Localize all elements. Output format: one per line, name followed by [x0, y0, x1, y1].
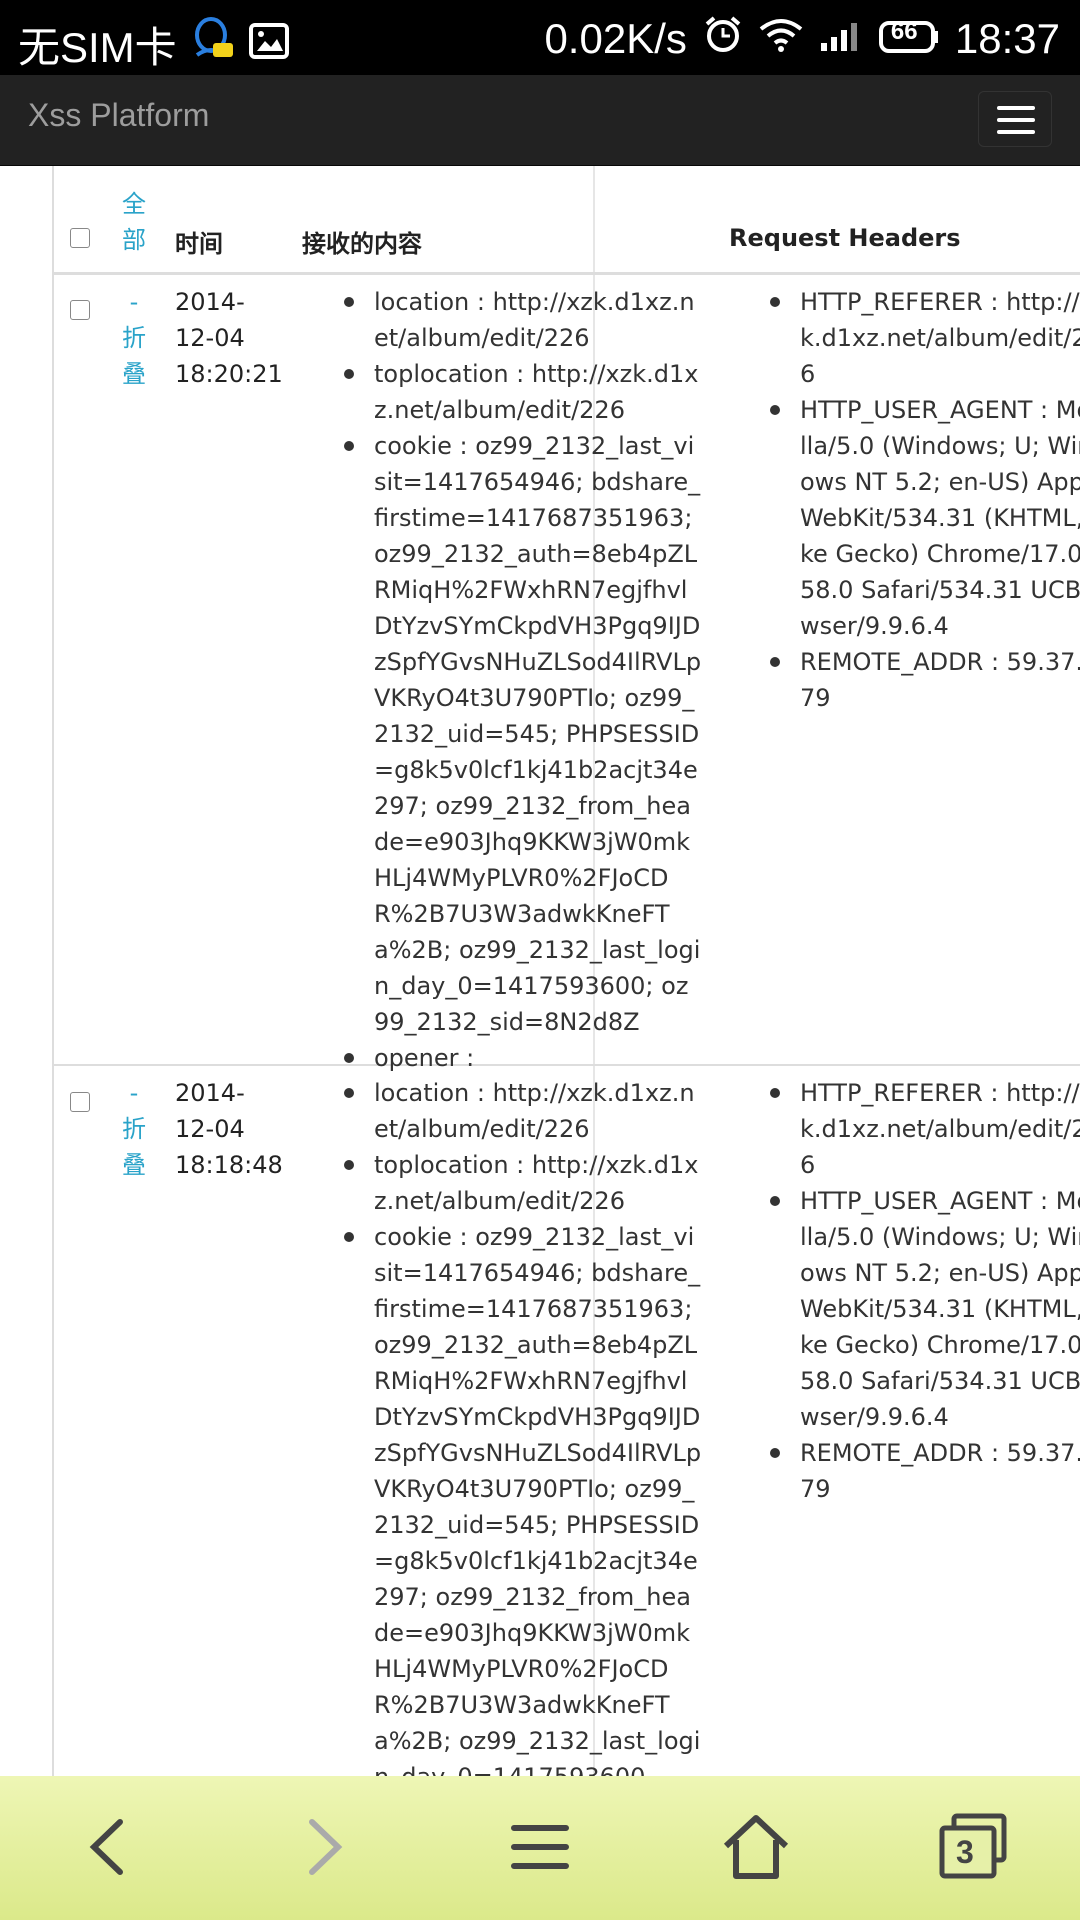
records-table: 全 部 时间 接收的内容 Request Headers - 折 叠 2014-… [0, 166, 1080, 1776]
select-all-checkbox[interactable] [70, 228, 90, 248]
brand-title[interactable]: Xss Platform [28, 97, 209, 134]
header-item-remote-addr: REMOTE_ADDR : 59.37.1.79 [766, 644, 1080, 716]
row-time: 2014- 12-04 18:20:21 [175, 288, 283, 388]
browser-toolbar: 3 [0, 1776, 1080, 1920]
content-item-opener: opener : [340, 1040, 702, 1076]
wifi-icon [759, 15, 803, 63]
hamburger-icon [997, 106, 1035, 110]
expand-all-link[interactable]: 全 部 [120, 186, 148, 258]
signal-icon [819, 15, 863, 63]
carrier-text: 无SIM卡 [18, 24, 177, 71]
back-arrow-icon [89, 1819, 123, 1875]
row-checkbox[interactable] [70, 1092, 90, 1112]
menu-button[interactable] [500, 1812, 580, 1882]
header-item-user-agent: HTTP_USER_AGENT : Mozilla/5.0 (Windows; … [766, 392, 1080, 644]
clock-time: 18:37 [954, 15, 1060, 62]
column-header-content: 接收的内容 [302, 230, 422, 258]
header-item-referer: HTTP_REFERER : http://xzk.d1xz.net/album… [766, 284, 1080, 392]
network-speed: 0.02K/s [544, 15, 687, 62]
received-content-list: location : http://xzk.d1xz.net/album/edi… [340, 284, 702, 1076]
header-item-referer: HTTP_REFERER : http://xzk.d1xz.net/album… [766, 1075, 1080, 1183]
row-time: 2014- 12-04 18:18:48 [175, 1079, 283, 1179]
home-button[interactable] [716, 1812, 796, 1882]
home-icon [723, 1815, 789, 1879]
content-item-cookie: cookie : oz99_2132_last_visit=1417654946… [340, 1219, 702, 1776]
content-item-toplocation: toplocation : http://xzk.d1xz.net/album/… [340, 1147, 702, 1219]
received-content-list: location : http://xzk.d1xz.net/album/edi… [340, 1075, 702, 1776]
column-header-time: 时间 [175, 230, 223, 258]
battery-icon: 66 [878, 15, 939, 63]
collapse-row-link[interactable]: - 折 叠 [120, 284, 148, 392]
forward-button[interactable] [284, 1812, 364, 1882]
qq-icon [191, 15, 235, 75]
collapse-row-link[interactable]: - 折 叠 [120, 1075, 148, 1183]
tab-count: 3 [956, 1834, 974, 1870]
header-item-remote-addr: REMOTE_ADDR : 59.37.1.79 [766, 1435, 1080, 1507]
content-item-location: location : http://xzk.d1xz.net/album/edi… [340, 1075, 702, 1147]
status-bar: 无SIM卡 0.02K/s 66 18:37 [0, 0, 1080, 75]
table-border-left [52, 166, 54, 1776]
battery-level: 66 [890, 18, 918, 45]
content-item-location: location : http://xzk.d1xz.net/album/edi… [340, 284, 702, 356]
back-button[interactable] [68, 1812, 148, 1882]
navbar: Xss Platform [0, 75, 1080, 166]
alarm-icon [703, 14, 743, 64]
menu-toggle-button[interactable] [978, 91, 1052, 147]
column-header-request-headers: Request Headers [729, 224, 961, 252]
content-item-toplocation: toplocation : http://xzk.d1xz.net/album/… [340, 356, 702, 428]
tabs-button[interactable]: 3 [932, 1812, 1012, 1882]
content-item-cookie: cookie : oz99_2132_last_visit=1417654946… [340, 428, 702, 1040]
request-headers-list: HTTP_REFERER : http://xzk.d1xz.net/album… [766, 284, 1080, 716]
image-icon [248, 21, 289, 69]
menu-icon [511, 1825, 569, 1869]
header-item-user-agent: HTTP_USER_AGENT : Mozilla/5.0 (Windows; … [766, 1183, 1080, 1435]
row-checkbox[interactable] [70, 300, 90, 320]
request-headers-list: HTTP_REFERER : http://xzk.d1xz.net/album… [766, 1075, 1080, 1507]
forward-arrow-icon [309, 1819, 343, 1875]
header-divider [52, 272, 1080, 275]
